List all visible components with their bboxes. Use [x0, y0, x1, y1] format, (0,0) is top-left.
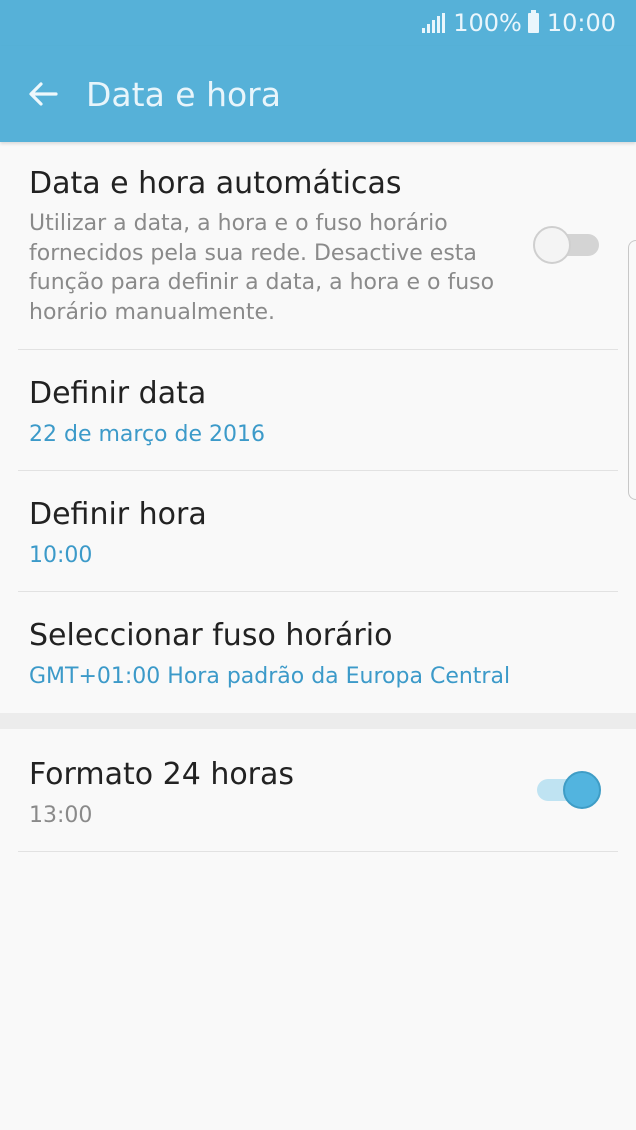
app-bar: Data e hora [0, 46, 636, 142]
back-button[interactable] [28, 79, 58, 109]
setting-value: 10:00 [29, 543, 93, 568]
setting-title: Definir data [29, 376, 207, 411]
signal-icon [422, 13, 446, 33]
setting-value: GMT+01:00 Hora padrão da Europa Central [29, 664, 511, 689]
page-title: Data e hora [86, 74, 281, 114]
setting-set-time[interactable]: Definir hora 10:00 [18, 471, 618, 592]
setting-auto-date-time[interactable]: Data e hora automáticas Utilizar a data,… [18, 142, 618, 350]
edge-panel-handle[interactable] [628, 240, 636, 500]
setting-timezone[interactable]: Seleccionar fuso horário GMT+01:00 Hora … [18, 592, 618, 713]
status-bar: 100% 10:00 [0, 0, 636, 46]
battery-icon [527, 10, 539, 33]
setting-description: Utilizar a data, a hora e o fuso horário… [29, 211, 495, 325]
setting-set-date[interactable]: Definir data 22 de março de 2016 [18, 350, 618, 471]
setting-title: Data e hora automáticas [29, 166, 402, 201]
setting-value: 22 de março de 2016 [29, 422, 265, 447]
auto-date-time-toggle[interactable] [533, 226, 603, 264]
setting-title: Formato 24 horas [29, 757, 295, 792]
setting-24-hour-format[interactable]: Formato 24 horas 13:00 [18, 729, 618, 852]
section-divider [0, 713, 636, 729]
setting-title: Definir hora [29, 497, 207, 532]
24-hour-format-toggle[interactable] [533, 771, 603, 809]
setting-value: 13:00 [29, 803, 93, 828]
setting-title: Seleccionar fuso horário [29, 618, 393, 653]
battery-percent: 100% [453, 9, 522, 37]
back-arrow-icon [29, 82, 58, 106]
status-time: 10:00 [546, 9, 616, 37]
